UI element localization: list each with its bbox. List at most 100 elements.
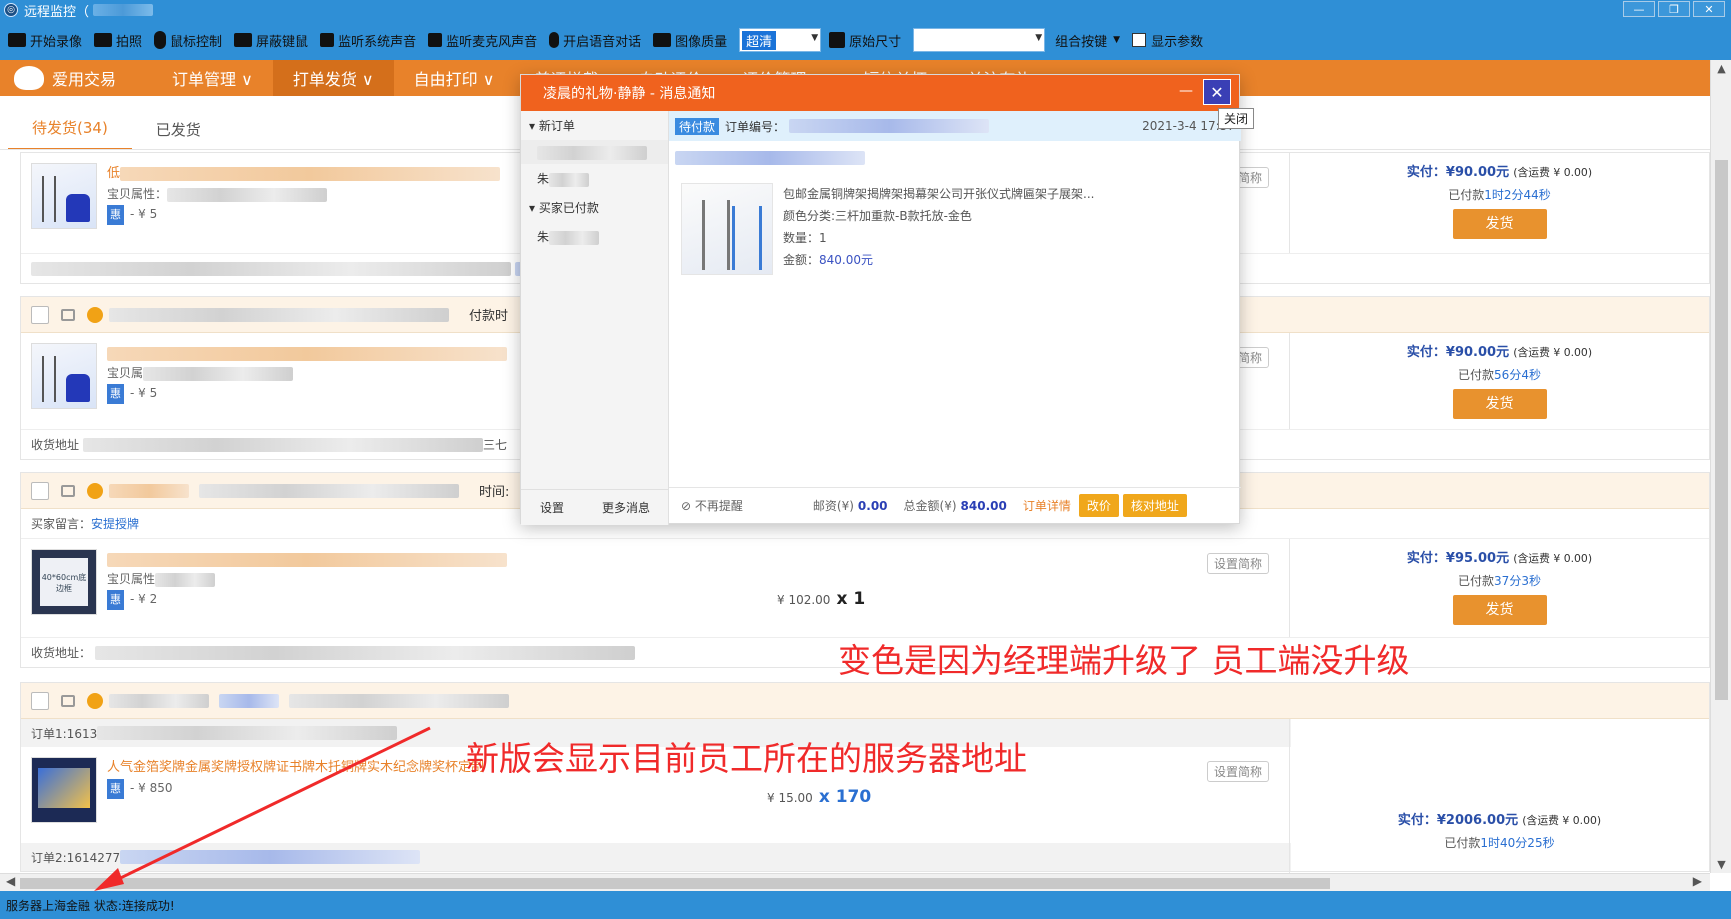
popup-product-info: 包邮金属铜牌架揭牌架揭幕架公司开张仪式牌匾架子展架... 颜色分类:三杆加重款-… — [783, 183, 1094, 275]
coin-icon — [87, 306, 103, 323]
paid-label: 已付款 — [1448, 188, 1485, 202]
popup-close-button[interactable]: ✕ — [1203, 79, 1231, 105]
minimize-button[interactable]: — — [1623, 1, 1655, 17]
lock-icon[interactable] — [61, 308, 75, 321]
order-detail-link[interactable]: 订单详情 — [1023, 497, 1071, 514]
popup-content: 待付款 订单编号： 2021-3-4 17:57 包邮金属铜牌架揭牌架揭幕架公司… — [669, 111, 1241, 489]
voice-chat-button[interactable]: 开启语音对话 — [549, 31, 641, 50]
snapshot-button[interactable]: 拍照 — [94, 31, 142, 50]
vertical-scrollbar[interactable]: ▲ ▼ — [1710, 60, 1731, 873]
record-button[interactable]: 开始录像 — [8, 31, 82, 50]
blurred-sub-order — [97, 726, 398, 740]
real-paid: 实付：¥90.00元 — [1406, 345, 1510, 360]
freight-note: (含运费 ¥ 0.00) — [1513, 552, 1593, 565]
product-thumbnail[interactable] — [31, 343, 97, 409]
image-quality-icon — [653, 33, 672, 47]
vertical-scroll-thumb[interactable] — [1715, 160, 1728, 700]
set-short-name-button[interactable]: 设置简称 — [1206, 761, 1269, 782]
combo-keys-dropdown[interactable]: 组合按键 ▼ — [1055, 31, 1120, 50]
horizontal-scroll-thumb[interactable] — [20, 878, 1330, 889]
blurred-attr — [143, 366, 294, 381]
message-notification-popup: 凌晨的礼物·静静 - 消息通知 — ✕ ▾ 新订单 朱 ▾ 买家已付款 朱 设置… — [520, 74, 1241, 525]
product-title-link[interactable]: 人气金箔奖牌金属奖牌授权牌证书牌木托铜牌实木纪念牌奖杯定制 — [107, 760, 484, 775]
lock-icon[interactable] — [61, 694, 75, 707]
pay-time-label: 付款时 — [469, 309, 509, 324]
popup-product-thumbnail[interactable] — [681, 183, 773, 275]
shipping-tabs: 待发货(34) 已发货 — [8, 110, 225, 150]
mouse-control-button[interactable]: 鼠标控制 — [154, 31, 222, 50]
checkbox[interactable] — [1132, 33, 1147, 47]
nav-order-management[interactable]: 订单管理 ∨ — [152, 60, 273, 96]
ship-button[interactable]: 发货 — [1452, 389, 1547, 419]
blurred-entry[interactable] — [521, 140, 668, 164]
attr-label: 宝贝属性： — [107, 187, 168, 201]
popup-footer: ⊘ 不再提醒 邮资(¥) 0.00 总金额(¥) 840.00 订单详情 改价 核对… — [669, 487, 1241, 523]
group-buyer-paid[interactable]: ▾ 买家已付款 — [521, 193, 668, 222]
original-size-button[interactable]: 原始尺寸 — [829, 31, 901, 50]
change-price-button[interactable]: 改价 — [1078, 494, 1119, 517]
freight-note: (含运费 ¥ 0.00) — [1522, 814, 1602, 827]
product-thumbnail[interactable] — [31, 757, 97, 823]
tab-pending-ship[interactable]: 待发货(34) — [8, 117, 132, 150]
check-address-button[interactable]: 核对地址 — [1122, 494, 1187, 517]
order-product-row: 40*60cm底边框 宝贝属性 惠- ¥ 2 ¥ 102.00 x 1 设置简称 … — [21, 539, 1709, 637]
blurred-order-head — [109, 307, 449, 322]
no-remind-toggle[interactable]: ⊘ 不再提醒 — [681, 497, 743, 514]
image-quality-select[interactable]: 超清 ▼ — [739, 28, 822, 52]
tab-shipped[interactable]: 已发货 — [132, 119, 225, 150]
nav-free-print[interactable]: 自由打印 ∨ — [394, 60, 515, 96]
block-input-button[interactable]: 屏蔽键鼠 — [234, 31, 308, 50]
set-short-name-button[interactable]: 设置简称 — [1206, 553, 1269, 574]
new-order-buyer[interactable]: 朱 — [521, 164, 668, 193]
expand-icon — [829, 32, 846, 48]
more-messages-link[interactable]: 更多消息 — [602, 499, 650, 516]
video-camera-icon — [8, 33, 26, 47]
product-thumbnail[interactable] — [31, 163, 97, 229]
order-checkbox[interactable] — [31, 305, 49, 324]
show-params-checkbox[interactable]: 显示参数 — [1132, 31, 1203, 50]
scroll-down-icon[interactable]: ▼ — [1711, 858, 1731, 871]
blurred-title-tail — [93, 4, 154, 16]
camera-icon — [94, 33, 113, 47]
size-select[interactable]: ▼ — [913, 28, 1046, 52]
order-checkbox[interactable] — [31, 691, 49, 710]
product-info: 人气金箔奖牌金属奖牌授权牌证书牌木托铜牌实木纪念牌奖杯定制 惠 - ¥ 850 — [107, 757, 484, 799]
settings-link[interactable]: 设置 — [540, 499, 564, 516]
order-checkbox[interactable] — [31, 481, 49, 500]
ship-button[interactable]: 发货 — [1452, 595, 1547, 625]
popup-product-title[interactable]: 包邮金属铜牌架揭牌架揭幕架公司开张仪式牌匾架子展架... — [783, 183, 1094, 205]
freight-note: (含运费 ¥ 0.00) — [1513, 346, 1593, 359]
blurred-buyer — [675, 151, 865, 165]
discount-price: - ¥ 850 — [130, 781, 173, 795]
time-label: 时间: — [479, 485, 510, 500]
sub-order-no: 订单1:1613 — [31, 726, 98, 741]
popup-product: 包邮金属铜牌架揭牌架揭幕架公司开张仪式牌匾架子展架... 颜色分类:三杆加重款-… — [669, 169, 1241, 289]
paid-buyer[interactable]: 朱 — [521, 222, 668, 251]
image-quality-label: 图像质量 — [653, 31, 727, 50]
maximize-button[interactable]: ❐ — [1658, 1, 1690, 17]
popup-minimize-button[interactable]: — — [1179, 83, 1193, 99]
listen-mic-button[interactable]: 监听麦克风声音 — [428, 31, 537, 50]
unit-price: ¥ 15.00 — [767, 791, 813, 805]
total-label: 总金额(¥) — [903, 499, 957, 513]
discount-badge: 惠 — [107, 779, 124, 799]
horizontal-scrollbar[interactable]: ◀ ▶ — [0, 873, 1710, 891]
blurred-buyer — [109, 483, 189, 498]
chevron-down-icon: ▼ — [811, 33, 819, 43]
close-window-button[interactable]: ✕ — [1693, 1, 1725, 17]
scroll-left-icon[interactable]: ◀ — [6, 874, 15, 888]
product-thumbnail[interactable]: 40*60cm底边框 — [31, 549, 97, 615]
discount-badge: 惠 — [107, 384, 124, 404]
nav-print-ship[interactable]: 打单发货 ∨ — [272, 60, 394, 96]
scroll-right-icon[interactable]: ▶ — [1693, 874, 1702, 888]
listen-system-audio-button[interactable]: 监听系统声音 — [320, 31, 416, 50]
ship-button[interactable]: 发货 — [1452, 209, 1547, 239]
unit-price-qty: ¥ 102.00 x 1 — [777, 589, 865, 609]
blurred-order-head — [199, 483, 459, 498]
product-title-link[interactable]: 低 — [107, 166, 120, 181]
lock-icon[interactable] — [61, 484, 75, 497]
group-new-orders[interactable]: ▾ 新订单 — [521, 111, 668, 140]
payment-summary: 实付：¥90.00元 (含运费 ¥ 0.00) 已付款56分4秒 发货 — [1289, 333, 1709, 429]
scroll-up-icon[interactable]: ▲ — [1711, 62, 1731, 75]
blurred-attr — [167, 187, 328, 202]
